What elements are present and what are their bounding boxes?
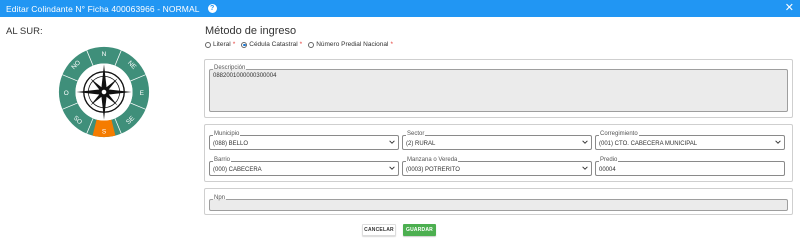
chevron-down-icon[interactable] xyxy=(389,139,395,145)
compass-rose-selector[interactable]: N NE E SE S SO O NO xyxy=(58,46,150,138)
compass-label-o[interactable]: O xyxy=(64,90,69,97)
npn-panel: Npn xyxy=(204,188,793,215)
barrio-label: Barrio xyxy=(213,157,232,164)
sector-value: (2) RURAL xyxy=(406,141,436,147)
barrio-value: (000) CABECERA xyxy=(213,167,262,173)
npn-label: Npn xyxy=(213,195,227,202)
corregimiento-label: Corregimiento xyxy=(599,131,639,138)
descripcion-field: Descripción 0882001000000300004 xyxy=(209,65,788,112)
chevron-down-icon[interactable] xyxy=(775,139,781,145)
radio-cedula-catastral[interactable]: Cédula Catastral * xyxy=(241,41,302,48)
sector-label: Sector xyxy=(406,131,426,138)
barrio-select[interactable]: Barrio (000) CABECERA xyxy=(209,157,399,176)
required-mark: * xyxy=(299,41,303,48)
save-button[interactable]: GUARDAR xyxy=(403,224,436,236)
cancel-button[interactable]: CANCELAR xyxy=(362,224,396,236)
cedula-fields-panel: Municipio (088) BELLO Sector (2) RURAL C… xyxy=(204,124,793,182)
chevron-down-icon[interactable] xyxy=(582,139,588,145)
required-mark: * xyxy=(232,41,236,48)
descripcion-label: Descripción xyxy=(213,65,247,72)
radio-button-selected-icon[interactable] xyxy=(241,41,248,48)
chevron-down-icon[interactable] xyxy=(389,165,395,171)
radio-button-icon[interactable] xyxy=(205,41,211,48)
manzana-label: Manzana o Vereda xyxy=(406,157,459,164)
manzana-value: (0003) POTRERITO xyxy=(406,167,460,173)
npn-field: Npn xyxy=(209,195,788,211)
predio-label: Predio xyxy=(599,157,619,164)
municipio-value: (088) BELLO xyxy=(213,141,249,147)
dialog-title: Editar Colindante N° Ficha 400063966 - N… xyxy=(6,3,200,14)
radio-label: Literal xyxy=(213,41,231,48)
predio-value[interactable]: 00004 xyxy=(599,167,616,173)
descripcion-value: 0882001000000300004 xyxy=(213,73,277,79)
method-title: Método de ingreso xyxy=(205,25,297,37)
dialog-titlebar: Editar Colindante N° Ficha 400063966 - N… xyxy=(0,0,800,17)
chevron-down-icon[interactable] xyxy=(582,165,588,171)
compass-label-s[interactable]: S xyxy=(102,128,106,135)
sector-select[interactable]: Sector (2) RURAL xyxy=(402,131,592,150)
radio-literal[interactable]: Literal * xyxy=(205,41,235,48)
side-label: AL SUR: xyxy=(6,26,43,37)
radio-numero-predial[interactable]: Número Predial Nacional * xyxy=(308,41,393,48)
corregimiento-value: (001) CTO. CABECERA MUNICIPAL xyxy=(599,141,698,147)
municipio-label: Municipio xyxy=(213,131,241,138)
required-mark: * xyxy=(390,41,393,48)
help-icon[interactable]: ? xyxy=(207,4,217,13)
radio-label: Cédula Catastral xyxy=(249,41,298,48)
radio-label: Número Predial Nacional xyxy=(316,41,389,48)
predio-input[interactable]: Predio 00004 xyxy=(595,157,785,176)
municipio-select[interactable]: Municipio (088) BELLO xyxy=(209,131,399,150)
close-icon[interactable]: ✕ xyxy=(785,2,794,14)
manzana-select[interactable]: Manzana o Vereda (0003) POTRERITO xyxy=(402,157,592,176)
compass-label-n[interactable]: N xyxy=(102,51,107,58)
radio-button-icon[interactable] xyxy=(308,41,315,48)
compass-label-e[interactable]: E xyxy=(140,90,145,97)
corregimiento-select[interactable]: Corregimiento (001) CTO. CABECERA MUNICI… xyxy=(595,131,785,150)
method-radio-group: Literal * Cédula Catastral * Número Pred… xyxy=(205,41,393,48)
descripcion-panel: Descripción 0882001000000300004 xyxy=(204,59,793,118)
